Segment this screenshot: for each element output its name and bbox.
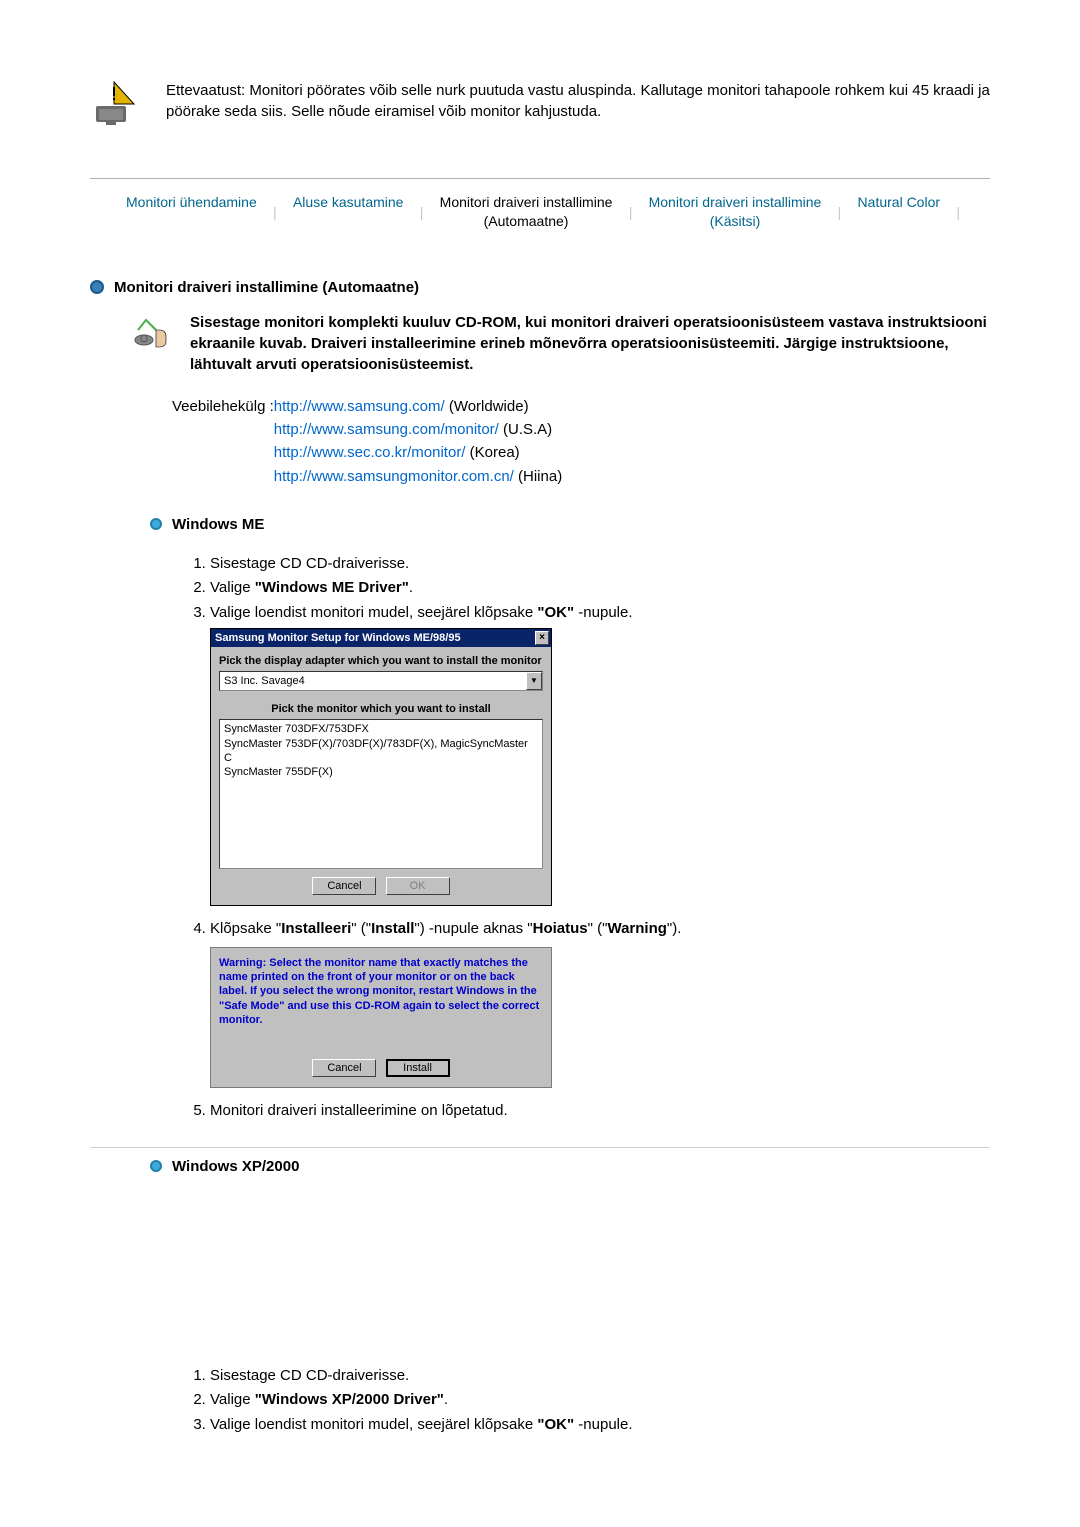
link-samsung-usa[interactable]: http://www.samsung.com/monitor/ [274, 421, 499, 438]
adapter-label: Pick the display adapter which you want … [219, 655, 543, 667]
caution-text: Ettevaatust: Monitori pöörates võib sell… [166, 80, 990, 122]
section-title-row: Monitori draiveri installimine (Automaat… [90, 279, 990, 296]
list-item[interactable]: SyncMaster 755DF(X) [224, 765, 538, 779]
adapter-select[interactable]: S3 Inc. Savage4 ▼ [219, 671, 543, 691]
tab-install-auto-line1: Monitori draiveri installimine [440, 194, 613, 210]
hand-mouse-icon [134, 312, 170, 348]
me-step-3: Valige loendist monitori mudel, seejärel… [210, 602, 990, 625]
me-steps-end: Monitori draiveri installeerimine on lõp… [186, 1100, 990, 1123]
intro-row: Sisestage monitori komplekti kuuluv CD-R… [134, 312, 990, 375]
tab-install-manual[interactable]: Monitori draiveri installimine (Käsitsi) [643, 193, 828, 231]
caution-block: Ettevaatust: Monitori pöörates võib sell… [90, 80, 990, 126]
dialog-title-text: Samsung Monitor Setup for Windows ME/98/… [215, 632, 461, 644]
tab-install-manual-line2: (Käsitsi) [710, 213, 761, 229]
xp-step-1: Sisestage CD CD-draiverisse. [210, 1365, 990, 1388]
tab-connect[interactable]: Monitori ühendamine [120, 193, 263, 231]
xp-step-3: Valige loendist monitori mudel, seejärel… [210, 1414, 990, 1437]
tab-install-auto[interactable]: Monitori draiveri installimine (Automaat… [434, 193, 619, 231]
tab-separator: | [420, 204, 424, 220]
cancel-button[interactable]: Cancel [312, 1059, 376, 1077]
me-step-5: Monitori draiveri installeerimine on lõp… [210, 1100, 990, 1123]
me-step-4: Klõpsake "Installeeri" ("Install") -nupu… [210, 918, 990, 941]
warning-dialog: Warning: Select the monitor name that ex… [210, 947, 552, 1088]
links-label: Veebilehekülg : [172, 398, 274, 415]
cancel-button[interactable]: Cancel [312, 877, 376, 895]
tab-stand[interactable]: Aluse kasutamine [287, 193, 410, 231]
tab-separator: | [629, 204, 633, 220]
divider [90, 178, 990, 179]
me-step-1: Sisestage CD CD-draiverisse. [210, 553, 990, 576]
caution-icon [90, 80, 138, 126]
link-suffix: (Worldwide) [445, 398, 529, 415]
link-samsung-korea[interactable]: http://www.sec.co.kr/monitor/ [274, 444, 466, 461]
me-steps: Sisestage CD CD-draiverisse. Valige "Win… [186, 553, 990, 625]
subsection-me-title: Windows ME [172, 516, 264, 533]
list-item[interactable]: SyncMaster 753DF(X)/703DF(X)/783DF(X), M… [224, 737, 538, 766]
link-suffix: (Korea) [465, 444, 519, 461]
list-item[interactable]: SyncMaster 703DFX/753DFX [224, 722, 538, 736]
link-suffix: (U.S.A) [499, 421, 552, 438]
adapter-value: S3 Inc. Savage4 [224, 675, 305, 687]
subsection-xp: Windows XP/2000 [150, 1158, 990, 1175]
close-icon[interactable]: × [535, 631, 549, 645]
tab-natural-color[interactable]: Natural Color [852, 193, 946, 231]
monitor-listbox[interactable]: SyncMaster 703DFX/753DFX SyncMaster 753D… [219, 719, 543, 869]
tab-install-manual-line1: Monitori draiveri installimine [649, 194, 822, 210]
tab-separator: | [273, 204, 277, 220]
xp-steps: Sisestage CD CD-draiverisse. Valige "Win… [186, 1365, 990, 1437]
subsection-me: Windows ME [150, 516, 990, 533]
bullet-icon [90, 280, 104, 294]
link-samsung-china[interactable]: http://www.samsungmonitor.com.cn/ [274, 468, 514, 485]
me-steps-cont: Klõpsake "Installeeri" ("Install") -nupu… [186, 918, 990, 941]
intro-text: Sisestage monitori komplekti kuuluv CD-R… [190, 312, 990, 375]
link-samsung-worldwide[interactable]: http://www.samsung.com/ [274, 398, 445, 415]
link-suffix: (Hiina) [514, 468, 562, 485]
chevron-down-icon[interactable]: ▼ [526, 672, 542, 690]
links-block: Veebilehekülg :http://www.samsung.com/ (… [172, 395, 990, 488]
ok-button[interactable]: OK [386, 877, 450, 895]
subsection-xp-title: Windows XP/2000 [172, 1158, 299, 1175]
monitor-label: Pick the monitor which you want to insta… [219, 703, 543, 715]
me-step-2: Valige "Windows ME Driver". [210, 577, 990, 600]
tab-separator: | [838, 204, 842, 220]
sub-bullet-icon [150, 1160, 162, 1172]
install-button[interactable]: Install [386, 1059, 450, 1077]
divider [90, 1147, 990, 1148]
warning-text: Warning: Select the monitor name that ex… [219, 956, 543, 1027]
setup-dialog: Samsung Monitor Setup for Windows ME/98/… [210, 628, 552, 906]
section-title: Monitori draiveri installimine (Automaat… [114, 279, 419, 296]
tab-install-auto-line2: (Automaatne) [484, 213, 569, 229]
tabs-row: Monitori ühendamine | Aluse kasutamine |… [90, 189, 990, 239]
dialog-titlebar: Samsung Monitor Setup for Windows ME/98/… [211, 629, 551, 647]
sub-bullet-icon [150, 518, 162, 530]
xp-step-2: Valige "Windows XP/2000 Driver". [210, 1389, 990, 1412]
tab-separator: | [956, 204, 960, 220]
